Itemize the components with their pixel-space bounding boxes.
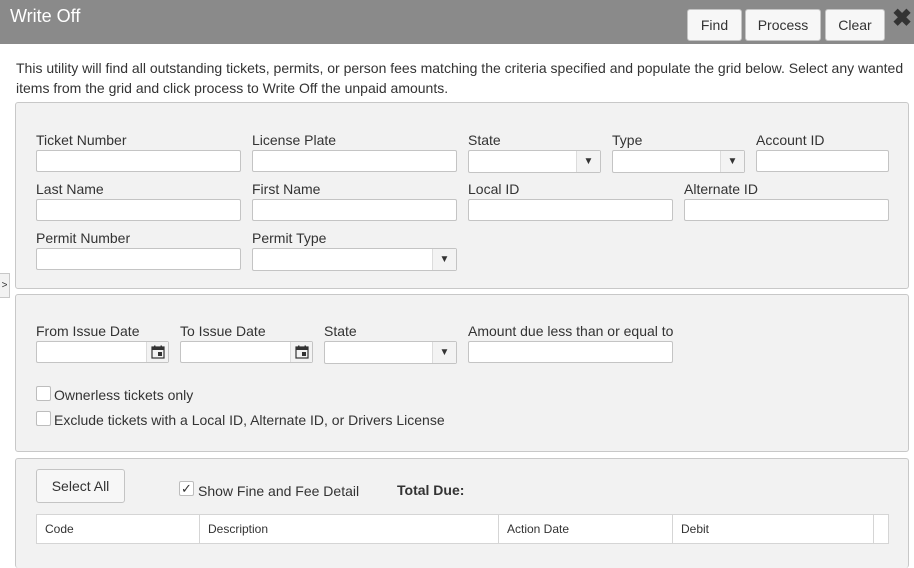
- ticket-number-label: Ticket Number: [36, 132, 127, 148]
- select-all-button[interactable]: Select All: [36, 469, 125, 503]
- grid-header: Code Description Action Date Debit: [36, 514, 889, 544]
- amount-due-label: Amount due less than or equal to: [468, 323, 674, 339]
- show-fine-detail-checkbox[interactable]: ✓: [179, 481, 194, 496]
- calendar-icon[interactable]: [146, 342, 168, 362]
- show-fine-detail-label: Show Fine and Fee Detail: [198, 483, 360, 499]
- filter-state-select[interactable]: ▼: [324, 341, 457, 364]
- chevron-down-icon[interactable]: ▼: [720, 151, 744, 172]
- ownerless-only-checkbox[interactable]: [36, 386, 51, 401]
- clear-button[interactable]: Clear: [825, 9, 885, 41]
- last-name-input[interactable]: [36, 199, 241, 221]
- permit-type-select[interactable]: ▼: [252, 248, 457, 271]
- search-criteria-panel: Ticket Number License Plate State ▼ Type…: [15, 102, 909, 289]
- permit-number-input[interactable]: [36, 248, 241, 270]
- account-id-input[interactable]: [756, 150, 889, 172]
- filter-state-label: State: [324, 323, 357, 339]
- checkmark-icon: ✓: [181, 481, 192, 496]
- amount-due-input[interactable]: [468, 341, 673, 363]
- alternate-id-label: Alternate ID: [684, 181, 758, 197]
- ownerless-only-label: Ownerless tickets only: [54, 387, 194, 403]
- column-description[interactable]: Description: [200, 515, 499, 543]
- total-due-label: Total Due:: [397, 482, 465, 498]
- to-issue-date-input[interactable]: [180, 341, 313, 363]
- find-button[interactable]: Find: [687, 9, 742, 41]
- from-issue-date-input[interactable]: [36, 341, 169, 363]
- local-id-input[interactable]: [468, 199, 673, 221]
- permit-type-label: Permit Type: [252, 230, 327, 246]
- calendar-icon[interactable]: [290, 342, 312, 362]
- grid-scroll-gutter: [874, 515, 888, 543]
- column-code[interactable]: Code: [37, 515, 200, 543]
- account-id-label: Account ID: [756, 132, 825, 148]
- results-panel: Select All ✓ Show Fine and Fee Detail To…: [15, 458, 909, 568]
- last-name-label: Last Name: [36, 181, 104, 197]
- local-id-label: Local ID: [468, 181, 520, 197]
- from-issue-date-label: From Issue Date: [36, 323, 140, 339]
- state-select[interactable]: ▼: [468, 150, 601, 173]
- close-icon[interactable]: ✖: [891, 6, 913, 32]
- chevron-down-icon[interactable]: ▼: [432, 249, 456, 270]
- first-name-input[interactable]: [252, 199, 457, 221]
- type-select[interactable]: ▼: [612, 150, 745, 173]
- alternate-id-input[interactable]: [684, 199, 889, 221]
- side-panel-toggle[interactable]: >: [0, 273, 10, 298]
- permit-number-label: Permit Number: [36, 230, 131, 246]
- chevron-down-icon[interactable]: ▼: [576, 151, 600, 172]
- exclude-ids-label: Exclude tickets with a Local ID, Alterna…: [54, 412, 445, 428]
- ticket-number-input[interactable]: [36, 150, 241, 172]
- license-plate-input[interactable]: [252, 150, 457, 172]
- utility-description: This utility will find all outstanding t…: [16, 60, 904, 96]
- column-action-date[interactable]: Action Date: [499, 515, 673, 543]
- title-bar: Write Off Find Process Clear ✖: [0, 0, 914, 44]
- state-label: State: [468, 132, 501, 148]
- first-name-label: First Name: [252, 181, 321, 197]
- chevron-down-icon[interactable]: ▼: [432, 342, 456, 363]
- filter-panel: From Issue Date To Issue Date State ▼ Am…: [15, 294, 909, 452]
- license-plate-label: License Plate: [252, 132, 337, 148]
- type-label: Type: [612, 132, 643, 148]
- to-issue-date-label: To Issue Date: [180, 323, 266, 339]
- window-title: Write Off: [10, 6, 81, 26]
- process-button[interactable]: Process: [745, 9, 821, 41]
- exclude-ids-checkbox[interactable]: [36, 411, 51, 426]
- column-debit[interactable]: Debit: [673, 515, 874, 543]
